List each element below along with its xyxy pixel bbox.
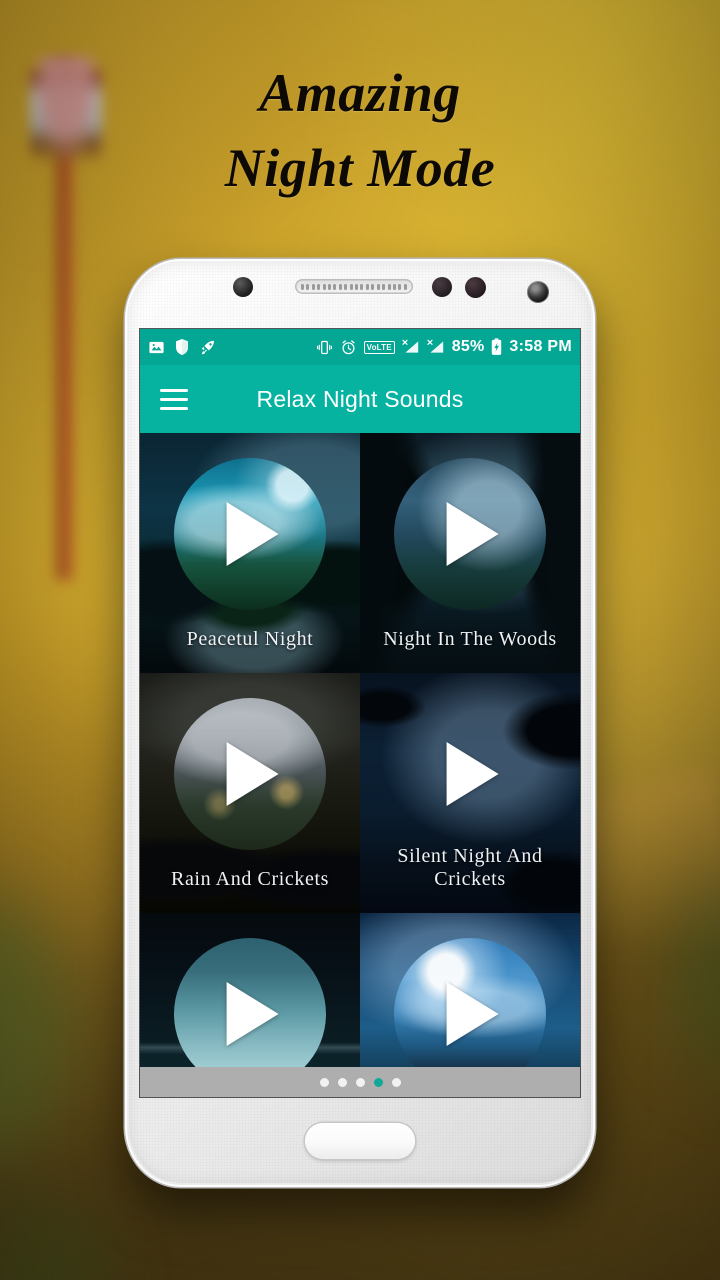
play-icon[interactable] xyxy=(226,501,279,566)
status-bar-left-icons xyxy=(148,338,216,356)
clock-label: 3:58 PM xyxy=(509,338,572,355)
volte-badge: VoLTE xyxy=(363,340,395,354)
page-indicator-strip xyxy=(140,1067,580,1097)
vibrate-icon xyxy=(316,340,332,354)
proximity-sensor-icon xyxy=(233,277,253,297)
app-bar: Relax Night Sounds xyxy=(140,365,580,433)
battery-percent-label: 85% xyxy=(451,338,485,355)
play-icon[interactable] xyxy=(226,741,279,806)
page-dot[interactable] xyxy=(355,1077,365,1087)
light-sensor-icon xyxy=(432,277,452,297)
page-dot[interactable] xyxy=(337,1077,347,1087)
phone-top-bezel xyxy=(125,259,595,329)
app-title: Relax Night Sounds xyxy=(256,385,464,412)
sound-tile-rain-and-crickets[interactable]: Rain And Crickets xyxy=(140,673,360,913)
play-icon[interactable] xyxy=(446,741,499,806)
headline-line-2: Night Mode xyxy=(224,137,496,198)
rocket-icon xyxy=(201,340,215,354)
play-icon[interactable] xyxy=(226,981,279,1046)
hamburger-menu-icon[interactable] xyxy=(160,388,188,410)
shield-icon xyxy=(176,339,188,355)
tile-label: Peacetul Night xyxy=(186,628,314,650)
sound-tile-peaceful-night[interactable]: Peacetul Night xyxy=(140,433,360,673)
home-button[interactable] xyxy=(305,1123,415,1159)
status-bar-right-icons: VoLTE 85% 3:58 PM xyxy=(316,338,572,356)
headline-line-1: Amazing xyxy=(259,63,461,123)
sound-grid: Peacetul Night Night In The Woods Rain A… xyxy=(140,433,580,1097)
play-icon[interactable] xyxy=(446,981,499,1046)
promo-headline: Amazing Night Mode xyxy=(0,56,720,205)
earpiece-speaker xyxy=(295,279,413,294)
tile-label: Night In The Woods xyxy=(383,628,557,650)
front-camera-icon xyxy=(527,281,549,303)
sound-tile-silent-night-and-crickets[interactable]: Silent Night And Crickets xyxy=(360,673,580,913)
signal-2-icon xyxy=(427,339,443,353)
page-dot[interactable] xyxy=(319,1077,329,1087)
battery-charging-icon xyxy=(492,338,502,355)
phone-bottom-bezel xyxy=(125,1097,595,1187)
play-icon[interactable] xyxy=(446,501,499,566)
phone-screen: VoLTE 85% 3:58 PM Relax Night Sounds Pea… xyxy=(140,329,580,1097)
status-bar: VoLTE 85% 3:58 PM xyxy=(140,329,580,365)
image-icon xyxy=(149,341,164,353)
signal-1-icon xyxy=(402,339,418,353)
sound-tile-night-in-the-woods[interactable]: Night In The Woods xyxy=(360,433,580,673)
alarm-icon xyxy=(342,339,355,354)
phone-device-frame: VoLTE 85% 3:58 PM Relax Night Sounds Pea… xyxy=(125,259,595,1187)
tile-label: Rain And Crickets xyxy=(171,868,329,890)
ir-sensor-icon xyxy=(465,277,486,298)
page-dot[interactable] xyxy=(391,1077,401,1087)
page-dot-active[interactable] xyxy=(373,1077,383,1087)
tile-label: Silent Night And Crickets xyxy=(397,845,543,890)
